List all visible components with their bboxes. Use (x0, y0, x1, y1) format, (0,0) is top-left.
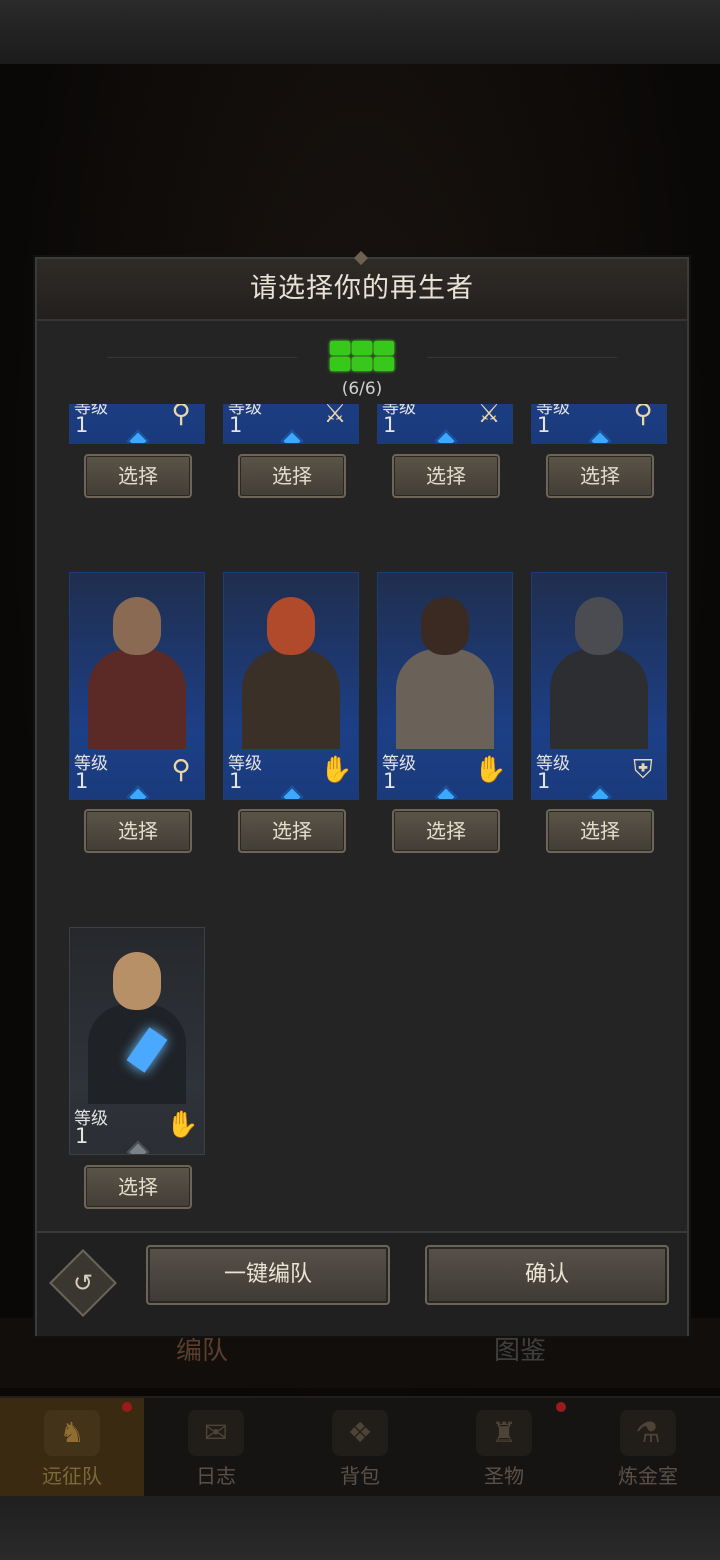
team-slot (330, 357, 350, 371)
gem-ornament (588, 429, 612, 443)
nav-label: 炼金室 (618, 1464, 678, 1488)
portrait-head (113, 597, 161, 655)
portrait-bearded-pirate (80, 587, 194, 749)
team-counter: (6/6) (37, 339, 687, 399)
nav-alchemy[interactable]: ⚗ 炼金室 (576, 1398, 720, 1498)
character-card[interactable]: 等级 1 ⚲ (69, 404, 205, 444)
shield-icon: ⛨ (633, 755, 653, 785)
undo-button[interactable]: ↺ (49, 1249, 117, 1317)
nav-journal[interactable]: ✉ 日志 (144, 1398, 288, 1498)
gem-ornament (126, 785, 150, 799)
team-slots-icon (328, 339, 396, 373)
level-value: 1 (537, 769, 551, 793)
character-card[interactable]: 等级 1 ⛨ (531, 572, 667, 800)
nav-relics[interactable]: ♜ 圣物 (432, 1398, 576, 1498)
divider-left (107, 357, 297, 358)
portrait-body (242, 649, 340, 749)
select-button[interactable]: 选择 (84, 454, 192, 498)
level-value: 1 (75, 1124, 89, 1148)
team-slot (374, 357, 394, 371)
sword-icon: ⚔ (323, 404, 347, 429)
confirm-button[interactable]: 确认 (425, 1245, 669, 1305)
level-value: 1 (75, 413, 89, 437)
portrait-head (113, 952, 161, 1010)
portrait-body (396, 649, 494, 749)
select-button[interactable]: 选择 (238, 454, 346, 498)
portrait-hooded-crystal-mage (80, 942, 194, 1104)
nav-label: 背包 (340, 1464, 380, 1488)
nav-label: 圣物 (484, 1464, 524, 1488)
portrait-dark-haired-elf (388, 587, 502, 749)
chalice-icon: ♜ (476, 1410, 532, 1456)
gem-ornament (126, 429, 150, 443)
gem-ornament (280, 429, 304, 443)
select-regenerator-modal: 请选择你的再生者 (6/6) 等级 1 ⚲ 等级 1 ⚔ 等级 1 ⚔ 等级 1… (35, 250, 689, 1336)
gem-ornament (434, 785, 458, 799)
select-button[interactable]: 选择 (392, 809, 500, 853)
level-value: 1 (229, 769, 243, 793)
character-card[interactable]: 等级 1 ⚲ (69, 572, 205, 800)
character-card[interactable]: 等级 1 ⚔ (377, 404, 513, 444)
staff-icon: ⚲ (633, 404, 653, 429)
modal-footer: ↺ 一键编队 确认 (37, 1231, 687, 1336)
notification-dot (122, 1402, 132, 1412)
level-value: 1 (383, 769, 397, 793)
character-card[interactable]: 等级 1 ✋ (377, 572, 513, 800)
team-slot (330, 341, 350, 355)
portrait-head (267, 597, 315, 655)
undo-icon: ↺ (72, 1269, 94, 1297)
portrait-head (575, 597, 623, 655)
gem-ornament (588, 785, 612, 799)
modal-header: 请选择你的再生者 (37, 250, 687, 321)
nav-label: 日志 (196, 1464, 236, 1488)
gem-ornament (280, 785, 304, 799)
team-slot (352, 341, 372, 355)
team-slot (374, 341, 394, 355)
staff-icon: ⚲ (171, 404, 191, 429)
character-card[interactable]: 等级 1 ✋ (69, 927, 205, 1155)
palm-icon: ✋ (474, 755, 507, 785)
alchemy-icon: ⚗ (620, 1410, 676, 1456)
bag-icon: ❖ (332, 1410, 388, 1456)
divider-right (427, 357, 617, 358)
horned-helmet-icon: ♞ (44, 1410, 100, 1456)
staff-icon: ⚲ (171, 755, 191, 785)
select-button[interactable]: 选择 (238, 809, 346, 853)
character-card[interactable]: 等级 1 ⚲ (531, 404, 667, 444)
gem-ornament (126, 1140, 150, 1154)
select-button[interactable]: 选择 (84, 809, 192, 853)
portrait-armored-knight (542, 587, 656, 749)
palm-icon: ✋ (166, 1110, 199, 1140)
select-button[interactable]: 选择 (546, 809, 654, 853)
level-value: 1 (229, 413, 243, 437)
level-value: 1 (75, 769, 89, 793)
level-value: 1 (383, 413, 397, 437)
select-button[interactable]: 选择 (392, 454, 500, 498)
level-value: 1 (537, 413, 551, 437)
bottom-frame (0, 1496, 720, 1560)
notification-dot (556, 1402, 566, 1412)
select-button[interactable]: 选择 (84, 1165, 192, 1209)
character-grid[interactable]: 等级 1 ⚲ 等级 1 ⚔ 等级 1 ⚔ 等级 1 ⚲ 选择 选择 选择 选择 (37, 404, 687, 1234)
nav-bag[interactable]: ❖ 背包 (288, 1398, 432, 1498)
modal-title: 请选择你的再生者 (250, 273, 474, 304)
team-slot (352, 357, 372, 371)
map-scroll-icon: ✉ (188, 1410, 244, 1456)
character-card[interactable]: 等级 1 ✋ (223, 572, 359, 800)
gem-ornament (434, 429, 458, 443)
select-button[interactable]: 选择 (546, 454, 654, 498)
portrait-red-haired-woman (234, 587, 348, 749)
nav-label: 远征队 (42, 1464, 102, 1488)
portrait-body (88, 649, 186, 749)
auto-team-button[interactable]: 一键编队 (146, 1245, 390, 1305)
palm-icon: ✋ (320, 755, 353, 785)
nav-expedition[interactable]: ♞ 远征队 (0, 1398, 144, 1498)
portrait-head (421, 597, 469, 655)
character-card[interactable]: 等级 1 ⚔ (223, 404, 359, 444)
top-frame (0, 0, 720, 66)
bottom-nav: ♞ 远征队 ✉ 日志 ❖ 背包 ♜ 圣物 ⚗ 炼金室 (0, 1396, 720, 1498)
counter-text: (6/6) (341, 379, 383, 399)
portrait-body (550, 649, 648, 749)
sword-icon: ⚔ (477, 404, 501, 429)
